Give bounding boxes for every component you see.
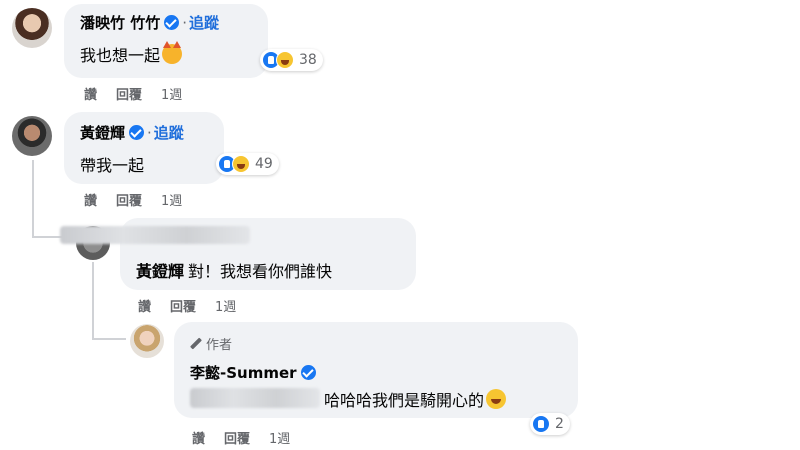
- haha-reaction-icon: [276, 51, 294, 69]
- comment-text: 我也想一起: [80, 41, 183, 66]
- like-action[interactable]: 讚: [84, 194, 97, 209]
- comment-text-content: 我也想一起: [80, 46, 161, 65]
- reaction-count: 2: [555, 416, 564, 432]
- reply-action[interactable]: 回覆: [170, 300, 196, 315]
- author-badge: 作者: [190, 334, 232, 353]
- separator-dot: ·: [182, 14, 188, 32]
- mention-tag[interactable]: 黃鐙輝: [136, 262, 184, 281]
- avatar[interactable]: [12, 8, 52, 48]
- blurred-mention: [190, 388, 320, 408]
- author-name[interactable]: 黃鐙輝: [80, 124, 125, 142]
- comment-text: 黃鐙輝 對！我想看你們誰快: [136, 258, 332, 282]
- thread-line: [92, 262, 94, 340]
- comment-actions: 讚 回覆 1週: [84, 84, 201, 103]
- thread-line: [32, 160, 34, 238]
- comment-text-content: 哈哈哈我們是騎開心的: [324, 391, 485, 410]
- author-name[interactable]: 潘映竹 竹竹: [80, 14, 160, 32]
- pencil-icon: [190, 338, 202, 350]
- timestamp[interactable]: 1週: [215, 300, 236, 315]
- reaction-count: 38: [299, 52, 317, 68]
- comment-text: 帶我一起: [80, 152, 144, 176]
- comment-actions: 讚 回覆 1週: [138, 296, 255, 315]
- comment-actions: 讚 回覆 1週: [84, 190, 201, 209]
- comment-text-content: 對！我想看你們誰快: [188, 262, 333, 281]
- reaction-count: 49: [255, 156, 273, 172]
- laughing-emoji-icon: [486, 389, 507, 409]
- avatar[interactable]: [12, 116, 52, 156]
- thread-line: [92, 338, 126, 340]
- reply-action[interactable]: 回覆: [116, 194, 142, 209]
- comment-text-content: 帶我一起: [80, 156, 145, 175]
- comment-author[interactable]: 潘映竹 竹竹 · 追蹤: [80, 12, 219, 33]
- follow-link[interactable]: 追蹤: [154, 124, 184, 142]
- author-badge-label: 作者: [206, 338, 233, 353]
- smiling-devil-emoji-icon: [162, 41, 183, 64]
- timestamp[interactable]: 1週: [161, 194, 182, 209]
- avatar[interactable]: [130, 324, 164, 358]
- blurred-author-name: [60, 226, 250, 244]
- verified-badge-icon: [164, 15, 180, 30]
- haha-reaction-icon: [232, 155, 250, 173]
- comment-author[interactable]: 李懿-Summer: [190, 362, 316, 383]
- timestamp[interactable]: 1週: [269, 432, 290, 447]
- reaction-summary[interactable]: 38: [260, 49, 323, 71]
- reaction-summary[interactable]: 49: [216, 153, 279, 175]
- follow-link[interactable]: 追蹤: [189, 14, 219, 32]
- verified-badge-icon: [300, 365, 316, 380]
- separator-dot: ·: [147, 124, 152, 142]
- author-name[interactable]: 李懿-Summer: [190, 364, 297, 382]
- like-action[interactable]: 讚: [138, 300, 151, 315]
- reply-action[interactable]: 回覆: [224, 432, 250, 447]
- like-action[interactable]: 讚: [192, 432, 205, 447]
- reply-action[interactable]: 回覆: [116, 88, 142, 103]
- like-reaction-icon: [532, 415, 550, 433]
- comment-text: 哈哈哈我們是騎開心的: [324, 387, 507, 411]
- verified-badge-icon: [129, 125, 145, 140]
- comment-author[interactable]: 黃鐙輝 · 追蹤: [80, 122, 184, 143]
- comment-actions: 讚 回覆 1週: [192, 428, 309, 447]
- timestamp[interactable]: 1週: [161, 88, 182, 103]
- like-action[interactable]: 讚: [84, 88, 97, 103]
- reaction-summary[interactable]: 2: [530, 413, 570, 435]
